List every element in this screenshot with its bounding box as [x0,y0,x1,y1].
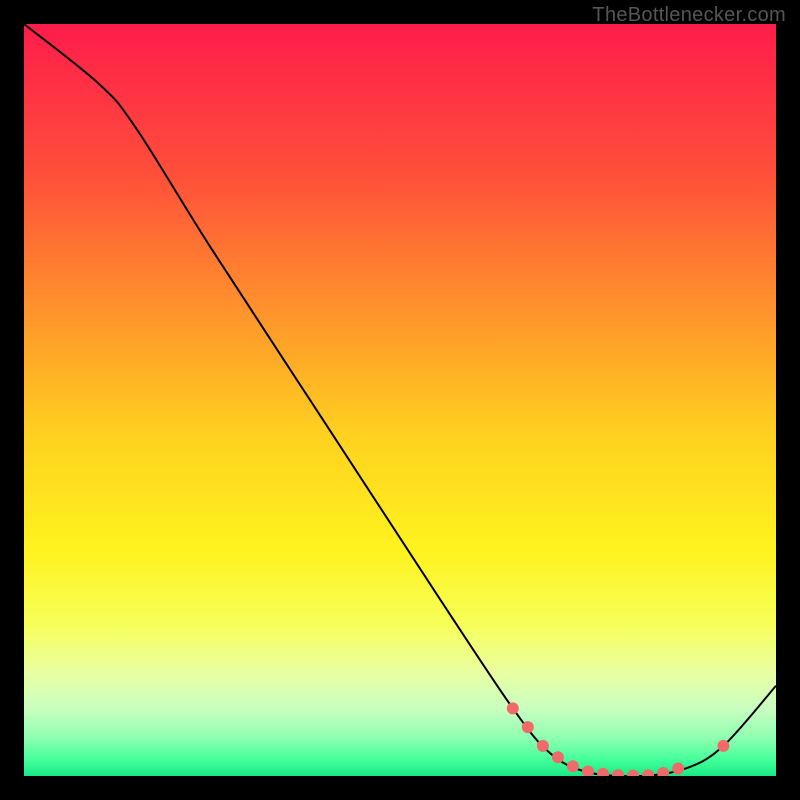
marker-dot [567,760,579,772]
marker-dot [522,721,534,733]
marker-dot [717,740,729,752]
chart-frame: TheBottlenecker.com [0,0,800,800]
marker-dot [537,740,549,752]
watermark-text: TheBottlenecker.com [592,4,786,27]
chart-svg [24,24,776,776]
marker-dot [672,762,684,774]
gradient-background [24,24,776,776]
marker-dot [552,751,564,763]
marker-dot [507,702,519,714]
plot-area [24,24,776,776]
